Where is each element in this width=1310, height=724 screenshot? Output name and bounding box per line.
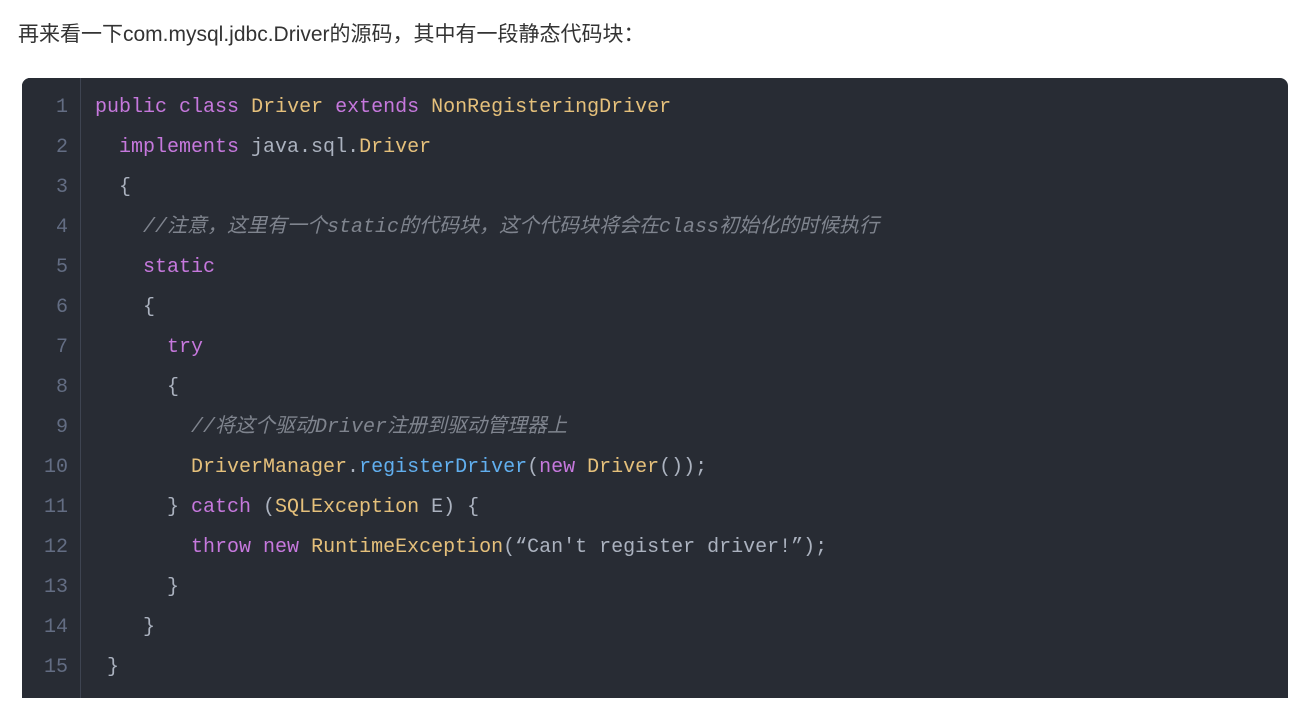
code-line: } catch (SQLException E) { <box>95 488 1276 528</box>
line-number-gutter: 123456789101112131415 <box>22 78 81 698</box>
code-block: 123456789101112131415 public class Drive… <box>22 78 1288 698</box>
code-line: //将这个驱动Driver注册到驱动管理器上 <box>95 408 1276 448</box>
line-number: 8 <box>40 368 68 408</box>
code-line: implements java.sql.Driver <box>95 128 1276 168</box>
code-line: DriverManager.registerDriver(new Driver(… <box>95 448 1276 488</box>
line-number: 5 <box>40 248 68 288</box>
line-number: 2 <box>40 128 68 168</box>
line-number: 10 <box>40 448 68 488</box>
line-number: 11 <box>40 488 68 528</box>
line-number: 7 <box>40 328 68 368</box>
code-line: throw new RuntimeException(“Can't regist… <box>95 528 1276 568</box>
code-line: { <box>95 368 1276 408</box>
code-line: { <box>95 168 1276 208</box>
code-line: } <box>95 608 1276 648</box>
code-line: try <box>95 328 1276 368</box>
line-number: 12 <box>40 528 68 568</box>
code-line: //注意，这里有一个static的代码块，这个代码块将会在class初始化的时候… <box>95 208 1276 248</box>
code-line: static <box>95 248 1276 288</box>
intro-paragraph: 再来看一下com.mysql.jdbc.Driver的源码，其中有一段静态代码块… <box>0 0 1310 78</box>
line-number: 14 <box>40 608 68 648</box>
code-content[interactable]: public class Driver extends NonRegisteri… <box>81 78 1288 698</box>
code-line: public class Driver extends NonRegisteri… <box>95 88 1276 128</box>
line-number: 6 <box>40 288 68 328</box>
line-number: 13 <box>40 568 68 608</box>
code-line: } <box>95 648 1276 688</box>
line-number: 1 <box>40 88 68 128</box>
line-number: 9 <box>40 408 68 448</box>
code-line: } <box>95 568 1276 608</box>
code-line: { <box>95 288 1276 328</box>
line-number: 15 <box>40 648 68 688</box>
line-number: 4 <box>40 208 68 248</box>
line-number: 3 <box>40 168 68 208</box>
